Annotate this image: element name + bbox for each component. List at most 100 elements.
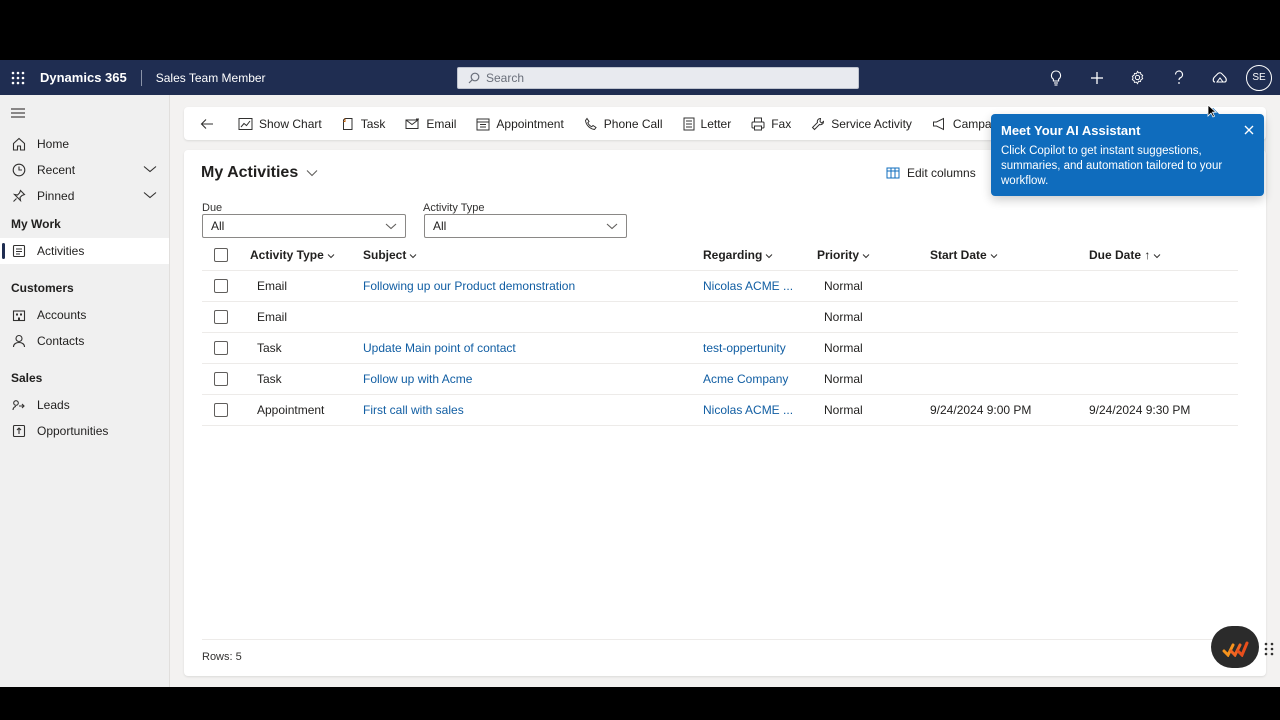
column-header-label: Priority bbox=[817, 248, 860, 262]
sidebar-item-activities[interactable]: Activities bbox=[0, 238, 169, 264]
clock-icon bbox=[11, 162, 27, 178]
cell-regarding-link[interactable]: Nicolas ACME ... bbox=[703, 279, 793, 293]
show-chart-button[interactable]: Show Chart bbox=[228, 107, 332, 140]
cell-subject-link[interactable]: Following up our Product demonstration bbox=[363, 279, 575, 293]
cell-subject-link[interactable]: First call with sales bbox=[363, 403, 464, 417]
letter-icon bbox=[683, 117, 695, 130]
sidebar-item-recent[interactable]: Recent bbox=[0, 157, 169, 183]
activity-type-filter-select[interactable]: All bbox=[424, 214, 627, 238]
command-label: Task bbox=[360, 116, 386, 131]
command-label: Show Chart bbox=[259, 116, 322, 131]
new-email-button[interactable]: Email bbox=[395, 107, 466, 140]
row-count: Rows: 5 bbox=[202, 651, 242, 663]
new-task-button[interactable]: Task bbox=[332, 107, 396, 140]
new-phone-call-button[interactable]: Phone Call bbox=[574, 107, 673, 140]
table-row[interactable]: Task Follow up with Acme Acme Company No… bbox=[202, 364, 1238, 395]
chevron-down-icon bbox=[990, 254, 998, 259]
task-icon bbox=[342, 117, 353, 130]
new-service-activity-button[interactable]: Service Activity bbox=[801, 107, 922, 140]
column-header-priority[interactable]: Priority bbox=[817, 248, 870, 262]
chevron-down-icon bbox=[765, 254, 773, 259]
row-checkbox[interactable] bbox=[214, 403, 228, 417]
section-heading-my-work: My Work bbox=[11, 216, 61, 231]
search-placeholder: Search bbox=[486, 71, 525, 85]
add-icon[interactable] bbox=[1076, 60, 1117, 95]
sidebar-item-accounts[interactable]: Accounts bbox=[0, 302, 169, 328]
new-letter-button[interactable]: Letter bbox=[673, 107, 742, 140]
section-heading-sales: Sales bbox=[11, 370, 43, 385]
email-icon bbox=[405, 118, 420, 129]
chevron-down-icon[interactable] bbox=[143, 162, 157, 179]
sidebar-item-label: Opportunities bbox=[37, 424, 109, 438]
home-icon bbox=[11, 136, 27, 152]
back-button[interactable] bbox=[184, 107, 228, 140]
app-name[interactable]: Dynamics 365 bbox=[40, 70, 127, 85]
search-icon bbox=[468, 72, 480, 84]
row-checkbox[interactable] bbox=[214, 341, 228, 355]
cell-regarding-link[interactable]: test-oppertunity bbox=[703, 341, 786, 355]
chevron-down-icon bbox=[1154, 254, 1161, 259]
cell-regarding-link[interactable]: Nicolas ACME ... bbox=[703, 403, 793, 417]
chevron-down-icon bbox=[306, 170, 318, 177]
due-filter-select[interactable]: All bbox=[202, 214, 406, 238]
view-selector[interactable]: My Activities bbox=[201, 164, 318, 182]
fax-icon bbox=[751, 117, 765, 130]
close-icon[interactable] bbox=[1244, 122, 1254, 140]
search-input[interactable]: Search bbox=[457, 67, 859, 89]
table-row[interactable]: Task Update Main point of contact test-o… bbox=[202, 333, 1238, 364]
lightbulb-icon[interactable] bbox=[1035, 60, 1076, 95]
app-frame: Dynamics 365 Sales Team Member Search SE bbox=[0, 60, 1280, 687]
opportunity-icon bbox=[11, 423, 27, 439]
cell-priority: Normal bbox=[824, 341, 863, 355]
divider bbox=[140, 69, 142, 86]
new-appointment-button[interactable]: Appointment bbox=[466, 107, 573, 140]
row-checkbox[interactable] bbox=[214, 310, 228, 324]
sidebar-item-label: Accounts bbox=[37, 308, 87, 322]
table-row[interactable]: Email Following up our Product demonstra… bbox=[202, 271, 1238, 302]
copilot-icon[interactable] bbox=[1199, 60, 1240, 95]
sidebar-item-opportunities[interactable]: Opportunities bbox=[0, 418, 169, 444]
hamburger-menu-icon[interactable] bbox=[0, 95, 169, 131]
user-avatar[interactable]: SE bbox=[1246, 64, 1272, 91]
cell-activity-type: Email bbox=[257, 310, 288, 324]
chevron-down-icon bbox=[385, 223, 397, 230]
row-checkbox[interactable] bbox=[214, 372, 228, 386]
column-header-activity-type[interactable]: Activity Type bbox=[250, 248, 335, 262]
app-launcher-icon[interactable] bbox=[0, 60, 36, 95]
column-header-start-date[interactable]: Start Date bbox=[930, 248, 998, 262]
drag-handle-icon[interactable] bbox=[1264, 642, 1274, 661]
area-name[interactable]: Sales Team Member bbox=[156, 71, 266, 85]
sidebar-item-contacts[interactable]: Contacts bbox=[0, 328, 169, 354]
service-icon bbox=[812, 117, 825, 130]
settings-gear-icon[interactable] bbox=[1117, 60, 1158, 95]
select-all-checkbox[interactable] bbox=[214, 248, 228, 262]
assistant-fab-button[interactable] bbox=[1211, 626, 1259, 668]
megaphone-icon bbox=[932, 117, 944, 130]
cell-subject-link[interactable]: Follow up with Acme bbox=[363, 372, 472, 386]
phone-icon bbox=[584, 117, 597, 130]
column-header-due-date[interactable]: Due Date ↑ bbox=[1089, 248, 1161, 262]
cell-regarding-link[interactable]: Acme Company bbox=[703, 372, 788, 386]
sidebar-item-pinned[interactable]: Pinned bbox=[0, 183, 169, 209]
chevron-down-icon[interactable] bbox=[143, 188, 157, 205]
new-fax-button[interactable]: Fax bbox=[741, 107, 801, 140]
cell-priority: Normal bbox=[824, 372, 863, 386]
help-icon[interactable] bbox=[1158, 60, 1199, 95]
table-row[interactable]: Appointment First call with sales Nicola… bbox=[202, 395, 1238, 426]
row-checkbox[interactable] bbox=[214, 279, 228, 293]
edit-columns-button[interactable]: Edit columns bbox=[886, 166, 976, 180]
sidebar-item-leads[interactable]: Leads bbox=[0, 392, 169, 418]
table-row[interactable]: Email Normal bbox=[202, 302, 1238, 333]
cell-subject-link[interactable]: Update Main point of contact bbox=[363, 341, 516, 355]
ai-assistant-callout: Meet Your AI Assistant Click Copilot to … bbox=[991, 114, 1264, 196]
chevron-down-icon bbox=[862, 254, 870, 259]
activity-type-filter-label: Activity Type bbox=[423, 202, 485, 214]
cell-activity-type: Appointment bbox=[257, 403, 325, 417]
person-icon bbox=[11, 333, 27, 349]
column-header-subject[interactable]: Subject bbox=[363, 248, 417, 262]
top-icons: SE bbox=[1035, 60, 1280, 95]
cell-activity-type: Task bbox=[257, 372, 282, 386]
sidebar-item-home[interactable]: Home bbox=[0, 131, 169, 157]
cell-priority: Normal bbox=[824, 279, 863, 293]
column-header-regarding[interactable]: Regarding bbox=[703, 248, 773, 262]
